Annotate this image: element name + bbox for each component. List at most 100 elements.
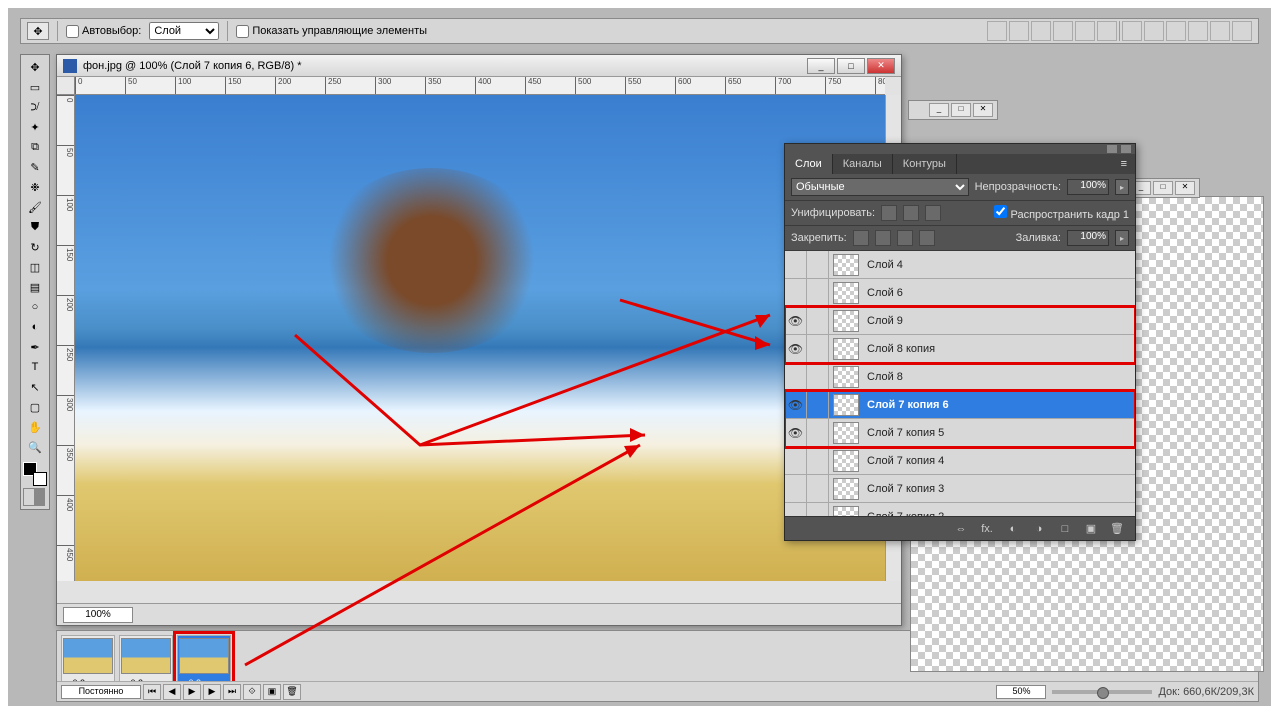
layer-link-cell[interactable]: [807, 307, 829, 334]
layer-thumbnail[interactable]: [833, 506, 859, 517]
panel-tab-Каналы[interactable]: Каналы: [833, 154, 893, 174]
hand-tool[interactable]: ✋: [23, 418, 47, 436]
distribute-left-button[interactable]: [1122, 21, 1142, 41]
layer-thumbnail[interactable]: [833, 394, 859, 416]
visibility-toggle[interactable]: 👁: [785, 391, 807, 418]
zoom-input[interactable]: 100%: [63, 607, 133, 623]
align-center-v-button[interactable]: [1075, 21, 1095, 41]
ruler-horizontal[interactable]: 0501001502002503003504004505005506006507…: [75, 77, 885, 95]
color-swatches[interactable]: [23, 462, 47, 486]
timeline-zoom-slider[interactable]: [1052, 690, 1152, 694]
layer-link-cell[interactable]: [807, 503, 829, 516]
align-left-button[interactable]: [987, 21, 1007, 41]
history-brush-tool[interactable]: ↻: [23, 238, 47, 256]
blend-mode-dropdown[interactable]: Обычные: [791, 178, 969, 196]
type-tool[interactable]: T: [23, 358, 47, 376]
layer-thumbnail[interactable]: [833, 254, 859, 276]
close-icon[interactable]: [1121, 145, 1131, 153]
align-top-button[interactable]: [1053, 21, 1073, 41]
lock-pixels-icon[interactable]: [853, 230, 869, 246]
loop-dropdown[interactable]: Постоянно: [61, 685, 141, 699]
background-color[interactable]: [33, 472, 47, 486]
unify-position-icon[interactable]: [881, 205, 897, 221]
tween-button[interactable]: ⟐: [243, 684, 261, 700]
zoom-tool[interactable]: 🔍: [23, 438, 47, 456]
panel-tab-Слои[interactable]: Слои: [785, 154, 833, 174]
layer-footer-button[interactable]: ◑: [1029, 520, 1049, 538]
wand-tool[interactable]: ✦: [23, 118, 47, 136]
visibility-toggle[interactable]: [785, 251, 807, 278]
layer-row[interactable]: 👁Слой 7 копия 5: [785, 419, 1135, 447]
layer-footer-button[interactable]: 🗑: [1107, 520, 1127, 538]
unify-visibility-icon[interactable]: [903, 205, 919, 221]
layer-thumbnail[interactable]: [833, 478, 859, 500]
visibility-toggle[interactable]: [785, 279, 807, 306]
crop-tool[interactable]: ⧉: [23, 138, 47, 156]
first-frame-button[interactable]: ⏮: [143, 684, 161, 700]
move-tool[interactable]: ✥: [23, 58, 47, 76]
layer-row[interactable]: 👁Слой 8 копия: [785, 335, 1135, 363]
layer-footer-button[interactable]: ▣: [1081, 520, 1101, 538]
visibility-toggle[interactable]: 👁: [785, 307, 807, 334]
minimized-panel-1[interactable]: _□✕: [908, 100, 998, 120]
auto-select-checkbox[interactable]: Автовыбор:: [66, 25, 141, 38]
visibility-toggle[interactable]: [785, 475, 807, 502]
blur-tool[interactable]: ○: [23, 298, 47, 316]
layer-footer-button[interactable]: ⇔: [951, 520, 971, 538]
distribute-center-v-button[interactable]: [1210, 21, 1230, 41]
fill-arrow[interactable]: ▸: [1115, 230, 1129, 246]
document-titlebar[interactable]: фон.jpg @ 100% (Слой 7 копия 6, RGB/8) *…: [57, 55, 901, 77]
shape-tool[interactable]: ▢: [23, 398, 47, 416]
auto-select-dropdown[interactable]: Слой: [149, 22, 219, 40]
layer-link-cell[interactable]: [807, 447, 829, 474]
canvas-area[interactable]: [75, 95, 885, 581]
layer-thumbnail[interactable]: [833, 282, 859, 304]
layer-thumbnail[interactable]: [833, 338, 859, 360]
layer-link-cell[interactable]: [807, 391, 829, 418]
layer-thumbnail[interactable]: [833, 450, 859, 472]
distribute-bottom-button[interactable]: [1232, 21, 1252, 41]
layer-row[interactable]: Слой 6: [785, 279, 1135, 307]
fill-input[interactable]: 100%: [1067, 230, 1109, 246]
lock-move-icon[interactable]: [897, 230, 913, 246]
layer-row[interactable]: Слой 7 копия 4: [785, 447, 1135, 475]
distribute-right-button[interactable]: [1166, 21, 1186, 41]
lock-position-icon[interactable]: [875, 230, 891, 246]
layer-thumbnail[interactable]: [833, 310, 859, 332]
timeline-zoom-value[interactable]: 50%: [996, 685, 1046, 699]
last-frame-button[interactable]: ⏭: [223, 684, 241, 700]
opacity-input[interactable]: 100%: [1067, 179, 1109, 195]
heal-tool[interactable]: ❉: [23, 178, 47, 196]
unify-style-icon[interactable]: [925, 205, 941, 221]
distribute-top-button[interactable]: [1188, 21, 1208, 41]
pen-tool[interactable]: ✒: [23, 338, 47, 356]
layer-link-cell[interactable]: [807, 279, 829, 306]
align-center-h-button[interactable]: [1009, 21, 1029, 41]
distribute-center-h-button[interactable]: [1144, 21, 1164, 41]
align-right-button[interactable]: [1031, 21, 1051, 41]
prev-frame-button[interactable]: ◀: [163, 684, 181, 700]
brush-tool[interactable]: 🖌: [23, 198, 47, 216]
layer-footer-button[interactable]: □: [1055, 520, 1075, 538]
lock-all-icon[interactable]: [919, 230, 935, 246]
layer-row[interactable]: 👁Слой 9: [785, 307, 1135, 335]
visibility-toggle[interactable]: 👁: [785, 419, 807, 446]
layer-thumbnail[interactable]: [833, 422, 859, 444]
delete-frame-button[interactable]: 🗑: [283, 684, 301, 700]
visibility-toggle[interactable]: [785, 363, 807, 390]
lasso-tool[interactable]: ⟉: [23, 98, 47, 116]
duplicate-frame-button[interactable]: ▣: [263, 684, 281, 700]
next-frame-button[interactable]: ▶: [203, 684, 221, 700]
collapse-icon[interactable]: [1107, 145, 1117, 153]
show-controls-checkbox[interactable]: Показать управляющие элементы: [236, 25, 427, 38]
quick-mask-toggle[interactable]: [23, 488, 45, 506]
play-button[interactable]: ▶: [183, 684, 201, 700]
visibility-toggle[interactable]: [785, 503, 807, 516]
dodge-tool[interactable]: ◐: [23, 318, 47, 336]
panel-tab-Контуры[interactable]: Контуры: [893, 154, 957, 174]
propagate-checkbox[interactable]: Распространить кадр 1: [994, 205, 1129, 221]
layer-link-cell[interactable]: [807, 475, 829, 502]
maximize-button[interactable]: □: [837, 58, 865, 74]
ruler-vertical[interactable]: 050100150200250300350400450500: [57, 95, 75, 581]
layer-thumbnail[interactable]: [833, 366, 859, 388]
